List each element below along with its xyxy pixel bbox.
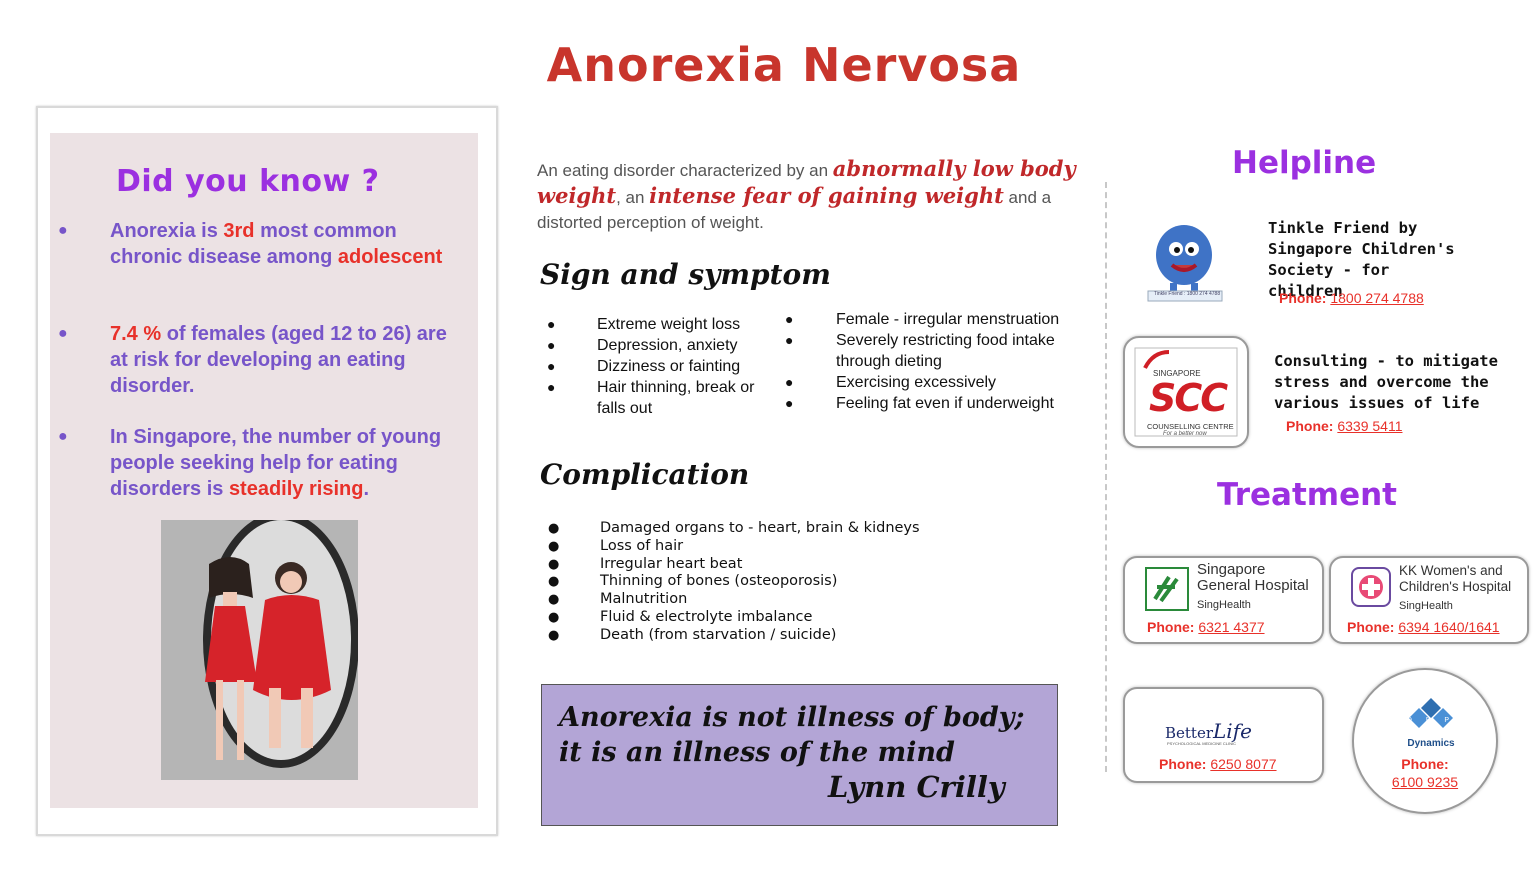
betterlife-logo-text: BetterLife [1165,719,1252,743]
fact-item: 7.4 % of females (aged 12 to 26) are at … [110,321,470,399]
betterlife-card: BetterLife PSYCHOLOGICAL MEDICINE CLINIC… [1123,687,1324,783]
bullet-icon: ● [785,332,794,348]
betterlife-phone: Phone: 6250 8077 [1159,756,1277,772]
scc-logo-card: SINGAPORE SCC COUNSELLING CENTRE For a b… [1123,336,1249,448]
quote-author: Lynn Crilly [828,770,1005,804]
scc-logo-tag: For a better now [1163,431,1207,437]
kkh-phone-link[interactable]: 6394 1640/1641 [1398,619,1499,635]
fact-highlight: 7.4 % [110,323,162,345]
list-item: ● Hair thinning, break or falls out [547,379,755,417]
dpp-phone-label: Phone: [1401,756,1449,772]
betterlife-logo: BetterLife PSYCHOLOGICAL MEDICINE CLINIC [1145,693,1300,747]
scc-phone: Phone: 6339 5411 [1286,418,1403,434]
tinkle-logo-caption: Tinkle Friend : 1800 274 4788 [1153,291,1221,297]
complication-heading: Complication [540,458,750,491]
bullet-icon: ● [548,592,560,608]
scc-logo-sub: COUNSELLING CENTRE [1147,422,1234,431]
bullet-icon: ● [547,379,556,395]
list-item: ● Severely restricting food intake throug… [785,332,1055,370]
signs-list-left: ● Extreme weight loss ● Depression, anxiet… [547,314,767,419]
tinkle-phone-link[interactable]: 1800 274 4788 [1330,290,1423,306]
signs-heading: Sign and symptom [540,258,831,291]
fact-text: of females (aged 12 to 26) are at risk f… [110,323,447,397]
dpp-phone-link[interactable]: 6100 9235 [1392,774,1458,790]
fact-text: . [363,478,369,500]
mirror-illustration [161,520,358,780]
quote-text: Anorexia is not illness of body; it is a… [559,702,1025,768]
list-item: ● Depression, anxiety [547,337,738,354]
page-title: Anorexia Nervosa [546,38,1022,92]
kkh-card: KK Women's and Children's Hospital SingHe… [1329,556,1529,644]
sgh-group: SingHealth [1197,599,1251,611]
did-you-know-heading: Did you know ? [116,164,380,199]
sgh-card: Singapore General Hospital SingHealth Pho… [1123,556,1324,644]
bullet-icon: ● [547,316,556,332]
bullet-icon: ● [548,556,560,572]
definition-text: An eating disorder characterized by an a… [537,156,1082,235]
dpp-card: D P P Dynamics Phone: 6100 9235 [1352,668,1498,814]
treatment-heading: Treatment [1217,477,1398,513]
sgh-name: Singapore General Hospital [1197,561,1309,594]
tinkle-phone: Phone: 1800 274 4788 [1279,290,1424,306]
helpline-heading: Helpline [1232,145,1377,181]
bullet-icon: ● [548,521,560,536]
fact-highlight: steadily rising [228,478,364,500]
signs-list-right: ● Female - irregular menstruation ● Severe… [785,309,1085,414]
fact-text: Anorexia is [110,220,224,242]
list-item: ● Loss of hair [548,537,684,554]
bullet-icon: ● [785,374,794,390]
kkh-group: SingHealth [1399,600,1453,612]
bullet-icon: ● [785,311,794,327]
list-item: ● Damaged organs to - heart, brain & kidn… [548,520,920,536]
column-divider [1105,182,1107,772]
sgh-logo-icon [1145,567,1189,611]
betterlife-logo-sub: PSYCHOLOGICAL MEDICINE CLINIC [1167,741,1236,746]
dpp-logo: D P P Dynamics [1389,696,1473,756]
kkh-logo-icon [1351,567,1391,607]
list-item: ● Malnutrition [548,591,688,608]
bullet-icon: ● [548,574,560,590]
list-item: ● Female - irregular menstruation [785,311,1060,328]
fact-item: Anorexia is 3rd most common chronic dise… [110,218,470,270]
dpp-letters: D P P [1406,717,1456,724]
definition-highlight: intense fear of gaining weight [649,183,1004,208]
bullet-icon: ● [548,627,560,643]
list-item: ● Extreme weight loss [547,316,741,333]
list-item: ● Dizziness or fainting [547,358,741,375]
tinkle-friend-logo [1146,213,1224,303]
list-item: ● Thinning of bones (osteoporosis) [548,573,838,590]
kkh-phone: Phone: 6394 1640/1641 [1347,619,1500,635]
list-item: ● Exercising excessively [785,374,997,391]
fact-item: In Singapore, the number of young people… [110,424,470,502]
list-item: ● Irregular heart beat [548,555,743,572]
dpp-phone: 6100 9235 [1354,774,1496,790]
bullet-icon: ● [548,538,560,554]
sgh-phone: Phone: 6321 4377 [1147,619,1265,635]
bullet-icon: ● [547,337,556,353]
bullet-icon: ● [58,222,68,239]
definition-part: , an [616,188,650,207]
betterlife-phone-link[interactable]: 6250 8077 [1210,756,1276,772]
list-item: ● Death (from starvation / suicide) [548,626,837,643]
dpp-name: Dynamics [1407,738,1455,749]
kkh-name: KK Women's and Children's Hospital [1399,563,1512,594]
list-item: ● Fluid & electrolyte imbalance [548,608,813,625]
scc-logo-main: SCC [1149,376,1228,420]
bullet-icon: ● [58,325,68,342]
complication-list: ● Damaged organs to - heart, brain & kidn… [548,520,920,645]
list-item: ● Feeling fat even if underweight [785,395,1054,412]
fact-highlight: adolescent [337,246,443,268]
sgh-phone-link[interactable]: 6321 4377 [1198,619,1264,635]
bullet-icon: ● [547,358,556,374]
bullet-icon: ● [58,428,68,445]
scc-text: Consulting - to mitigate stress and over… [1274,352,1498,412]
bullet-icon: ● [548,609,560,625]
fact-highlight: 3rd [223,220,255,242]
definition-part: An eating disorder characterized by an [537,161,833,180]
bullet-icon: ● [785,395,794,411]
scc-phone-link[interactable]: 6339 5411 [1337,418,1402,434]
